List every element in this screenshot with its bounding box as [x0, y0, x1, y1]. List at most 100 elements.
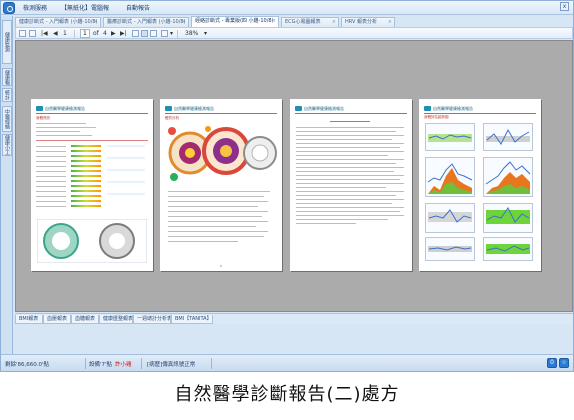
tab-hrv[interactable]: HRV 報表分析 × [341, 17, 395, 27]
favorite-button[interactable]: ☆ [559, 358, 569, 368]
rail-tab-monitor[interactable]: 健康監測 [2, 20, 12, 64]
page-number: 2 [220, 264, 222, 268]
text-line [168, 201, 268, 202]
close-icon[interactable]: x [560, 2, 569, 11]
tab-blood-pressure[interactable]: 血壓報表 [43, 315, 71, 324]
trend-plot [427, 163, 473, 194]
first-page-button[interactable]: |◀ [41, 30, 48, 37]
trend-plot [485, 161, 531, 194]
clinic-logo-icon [424, 106, 431, 111]
export-icon[interactable] [161, 30, 168, 37]
text-line [296, 195, 396, 196]
text-line [296, 211, 400, 212]
print-icon[interactable] [19, 30, 26, 37]
constitution-wheels [168, 126, 277, 181]
tab-meridian-pro[interactable]: 經絡診斷式 - 專業版(四 小雞-10/8) × [191, 16, 279, 27]
close-icon[interactable]: × [182, 18, 186, 27]
clinic-logo-icon [165, 106, 172, 111]
rail-tab-tools[interactable]: 健康小工具 [2, 134, 12, 156]
text-line [168, 211, 268, 212]
clinic-logo-icon [295, 106, 302, 111]
tab-health-basic[interactable]: 健康診斷式 - 入門報表 (小雞-10/8) × [15, 17, 101, 27]
menu-item-auto-report[interactable]: 自動報告 [126, 3, 150, 12]
export-dropdown-icon[interactable]: ▾ [170, 30, 173, 37]
text-line [36, 127, 96, 128]
single-page-icon[interactable] [132, 30, 139, 37]
report-page-2[interactable]: 自然醫學健康檢測報告 體質分析 2 [160, 99, 282, 271]
text-line [168, 241, 238, 242]
text-line [36, 201, 66, 202]
tab-label: 健康診斷式 - 入門報表 (小雞-10/8) [19, 19, 98, 25]
summary-cell [107, 181, 145, 183]
last-page-button[interactable]: ▶| [120, 30, 127, 37]
tab-bmi[interactable]: BMI報表 [15, 315, 43, 324]
summary-cell [107, 193, 145, 195]
tab-health-summary[interactable]: 健康匯整報表 [99, 315, 133, 324]
rail-tab-report[interactable]: 健康報告 [2, 68, 12, 86]
report-page-3[interactable]: 自然醫學健康檢測報告 [290, 99, 412, 271]
text-line [296, 167, 404, 168]
close-icon[interactable]: × [94, 18, 98, 27]
close-icon[interactable]: × [332, 18, 336, 27]
report-preview[interactable]: 自然醫學健康檢測報告 身體資訊 自然醫學健康檢測報告 體質分析 2 自然醫學健康… [15, 40, 573, 312]
header-rule [295, 113, 407, 114]
fit-width-icon[interactable] [150, 30, 157, 37]
text-line [296, 159, 404, 160]
trend-plot [428, 209, 472, 223]
rail-tab-stats[interactable]: 統計 [2, 88, 12, 102]
tab-ecg[interactable]: ECG心電圖報表 × [281, 17, 339, 27]
menu-item-service[interactable]: 檢測服務 [23, 3, 47, 12]
prev-page-button[interactable]: ◀ [53, 30, 58, 37]
page-header: 自然醫學健康檢測報告 [45, 106, 85, 111]
indicator-bar [71, 170, 101, 172]
workspace-empty-area [15, 325, 573, 353]
text-line [36, 135, 92, 136]
multi-page-icon[interactable] [141, 30, 148, 37]
trend-chart [483, 123, 533, 151]
app-logo-icon[interactable] [3, 2, 15, 14]
text-line [296, 187, 386, 188]
status-divider [85, 358, 86, 369]
text-line [36, 191, 66, 192]
document-tabs: 健康診斷式 - 入門報表 (小雞-10/8) × 醫療診斷式 - 入門報表 (小… [15, 16, 573, 27]
report-page-1[interactable]: 自然醫學健康檢測報告 身體資訊 [31, 99, 153, 271]
menu-item-paperless[interactable]: 【無紙化】電腦報 [61, 3, 109, 12]
trend-chart [483, 157, 533, 197]
zoom-value[interactable]: 38% [185, 30, 198, 37]
text-line [36, 151, 66, 152]
section-title: 身體評估趨勢圖 [424, 115, 449, 119]
trend-chart [425, 203, 475, 233]
page-total-label: 4 [103, 30, 107, 37]
tab-blood-sugar[interactable]: 血糖報表 [71, 315, 99, 324]
tab-medical-basic[interactable]: 醫療診斷式 - 入門報表 (小雞-10/8) × [103, 17, 189, 27]
text-line [36, 166, 66, 167]
zoom-dropdown-icon[interactable]: ▾ [204, 30, 207, 37]
tab-weekly-total[interactable]: 一週總計分析表 [133, 315, 171, 324]
text-line [168, 236, 264, 237]
close-icon[interactable]: × [388, 18, 392, 27]
page-header: 自然醫學健康檢測報告 [433, 106, 473, 111]
tab-bmi-tanita[interactable]: BMI【TANITA】 [171, 315, 213, 324]
text-line [36, 181, 66, 182]
text-line [168, 221, 268, 222]
menu-bar: 檢測服務 【無紙化】電腦報 自動報告 x [1, 1, 573, 15]
fax-status: [病歷]傳真訊號正常 [147, 362, 196, 368]
report-page-4[interactable]: 自然醫學健康檢測報告 身體評估趨勢圖 [419, 99, 541, 271]
indicator-bar [71, 175, 101, 177]
toolbar-divider [74, 30, 75, 38]
page-input[interactable]: 1 [80, 29, 90, 38]
text-line [296, 131, 396, 132]
indicator-bar [71, 180, 101, 182]
status-divider [141, 358, 142, 369]
text-line [168, 191, 270, 192]
rail-tab-meridian[interactable]: 中醫經絡健康 [2, 106, 12, 132]
trend-chart [425, 157, 475, 197]
app-window: 檢測服務 【無紙化】電腦報 自動報告 x 健康監測 健康報告 統計 中醫經絡健康… [0, 0, 574, 372]
refresh-icon[interactable] [29, 30, 36, 37]
next-page-button[interactable]: ▶ [111, 30, 116, 37]
current-page-label: 1 [63, 30, 67, 37]
info-button[interactable]: 0 [547, 358, 557, 368]
close-icon[interactable]: × [272, 17, 276, 26]
tab-label: ECG心電圖報表 [285, 19, 321, 25]
text-line [36, 161, 66, 162]
